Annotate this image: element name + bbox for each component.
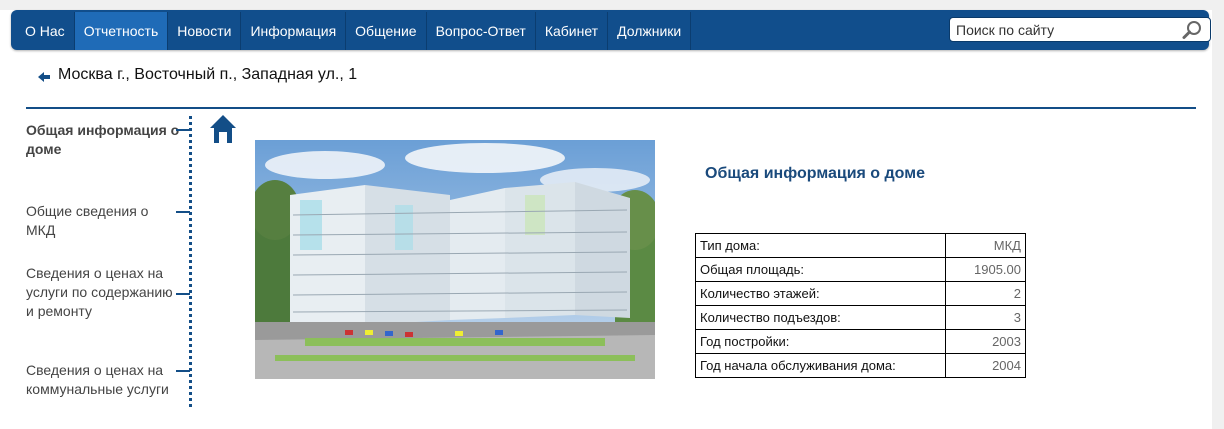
row-key: Общая площадь: — [695, 257, 946, 282]
row-key: Год постройки: — [695, 329, 946, 354]
table-row: Год постройки: 2003 — [695, 329, 1026, 354]
row-value: 2004 — [945, 353, 1026, 378]
nav-item-news[interactable]: Новости — [168, 12, 242, 50]
sidebar-item-general-info[interactable]: Общая информация о доме — [26, 121, 181, 159]
sidebar-item-maintenance-prices[interactable]: Сведения о ценах на услуги по содержанию… — [26, 264, 176, 321]
row-key: Тип дома: — [695, 233, 946, 258]
nav-item-cabinet[interactable]: Кабинет — [536, 12, 609, 50]
search-input[interactable] — [956, 20, 1166, 39]
nav-item-reports[interactable]: Отчетность — [74, 12, 169, 50]
nav-item-communication[interactable]: Общение — [346, 12, 427, 50]
house-info-table: Тип дома: МКД Общая площадь: 1905.00 Кол… — [695, 233, 1026, 378]
sidebar-item-mkd-details[interactable]: Общие сведения о МКД — [26, 202, 176, 240]
nav-item-about[interactable]: О Нас — [16, 12, 75, 50]
house-address: Москва г., Восточный п., Западная ул., 1 — [58, 66, 358, 83]
nav-item-debtors[interactable]: Должники — [608, 12, 692, 50]
house-photo — [255, 140, 655, 379]
sidebar-tick — [176, 293, 190, 295]
right-scroll-area — [1212, 0, 1224, 429]
back-arrow-icon[interactable] — [38, 71, 52, 83]
sidebar-tick — [176, 370, 190, 372]
divider-line — [26, 107, 1196, 109]
table-row: Год начала обслуживания дома: 2004 — [695, 353, 1026, 378]
table-row: Количество этажей: 2 — [695, 281, 1026, 306]
sidebar-item-utility-prices[interactable]: Сведения о ценах на коммунальные услуги — [26, 361, 181, 399]
row-value: 2 — [945, 281, 1026, 306]
row-value: 2003 — [945, 329, 1026, 354]
home-icon — [210, 115, 236, 143]
row-value: МКД — [945, 233, 1026, 258]
row-value: 1905.00 — [945, 257, 1026, 282]
row-key: Год начала обслуживания дома: — [695, 353, 946, 378]
table-row: Тип дома: МКД — [695, 233, 1026, 258]
nav-item-information[interactable]: Информация — [241, 12, 347, 50]
sidebar-tick — [176, 129, 190, 131]
sidebar-tick — [176, 211, 190, 213]
main-nav: О Нас Отчетность Новости Информация Обще… — [11, 10, 1211, 50]
table-row: Общая площадь: 1905.00 — [695, 257, 1026, 282]
row-key: Количество этажей: — [695, 281, 946, 306]
search-box — [949, 17, 1211, 42]
magnifier-icon[interactable] — [1181, 20, 1203, 40]
info-title: Общая информация о доме — [705, 165, 925, 182]
nav-item-faq[interactable]: Вопрос-Ответ — [427, 12, 536, 50]
nav-items: О Нас Отчетность Новости Информация Обще… — [16, 12, 692, 50]
row-key: Количество подъездов: — [695, 305, 946, 330]
sidebar-dotted-line — [189, 116, 192, 408]
top-strip — [0, 0, 1224, 10]
row-value: 3 — [945, 305, 1026, 330]
table-row: Количество подъездов: 3 — [695, 305, 1026, 330]
